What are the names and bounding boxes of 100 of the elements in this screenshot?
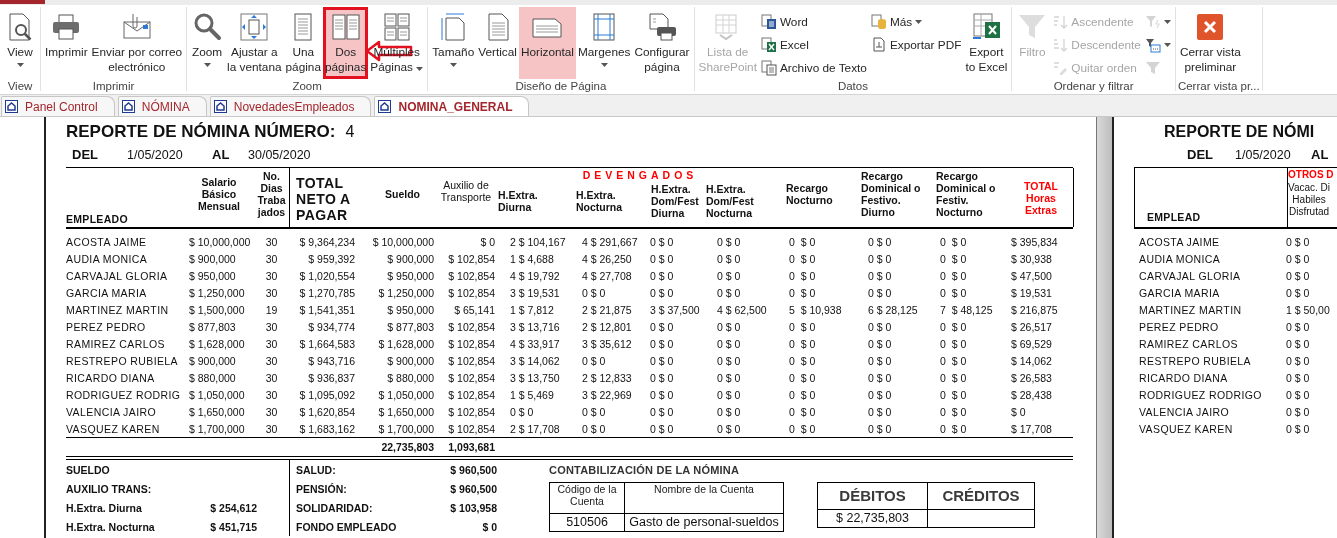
table-cell-text: 0 $ 0 xyxy=(716,371,742,384)
document-tab[interactable]: NOMINA_GENERAL xyxy=(374,96,530,116)
table-cell-text: 0 $ 0 xyxy=(867,371,893,384)
table-cell-text: $ 1,500,000 xyxy=(188,303,246,316)
column-header: Código de la Cuenta xyxy=(550,483,625,514)
group-label: Cerrar vista pr... xyxy=(1177,79,1260,94)
document-tab[interactable]: Panel Control xyxy=(1,96,115,116)
funnel-lightning-icon xyxy=(1144,13,1161,30)
ribbon-button[interactable]: Archivo de Texto xyxy=(758,56,869,79)
table-cell-text: RICARDO DIANA xyxy=(1138,371,1229,384)
table-cell-text: $ 69,529 xyxy=(1010,337,1053,350)
ribbon-button[interactable]: Horizontal xyxy=(518,7,576,79)
table-cell-text: $ 1,700,000 xyxy=(188,422,246,435)
table-cell-text: 0 $ 0 xyxy=(649,320,675,333)
group-label: Ordenar y filtrar xyxy=(1052,79,1135,94)
ribbon-button[interactable]: Zoom xyxy=(189,7,226,79)
table-cell-text: RODRIGUEZ RODRIGO xyxy=(1138,388,1263,401)
column-header: H.Extra. Nocturna xyxy=(575,188,624,215)
column-header: Auxilio de Transporte xyxy=(439,177,493,205)
table-cell-text: $ 1,683,162 xyxy=(298,422,356,435)
excel-sheet-icon xyxy=(760,36,777,53)
clear-sort-icon xyxy=(1052,59,1069,76)
table-cell-text: 0 $ 0 xyxy=(1286,354,1311,367)
table-cell-text: 0 $ 0 xyxy=(939,422,968,435)
table-cell-text: $ 950,000 xyxy=(386,269,435,282)
column-header: DÉBITOS xyxy=(818,483,928,510)
ribbon-button[interactable]: Imprimir xyxy=(43,7,90,79)
table-cell-text: 0 $ 0 xyxy=(716,388,742,401)
table-cell-text: AUDIA MONICA xyxy=(1138,252,1222,265)
table-cell-text: $ 102,854 xyxy=(447,269,496,282)
table-cell-text: 0 $ 0 xyxy=(1286,422,1311,435)
ribbon-button[interactable]: Export to Excel xyxy=(963,7,1010,79)
table-cell-text: $ 102,854 xyxy=(447,252,496,265)
ribbon-button[interactable]: Más xyxy=(868,10,964,33)
ribbon-button[interactable]: Configurar página xyxy=(632,7,692,79)
group-label: Imprimir xyxy=(91,79,136,94)
table-cell-text: 0 $ 0 xyxy=(788,337,817,350)
table-cell-text: 0 $ 0 xyxy=(716,235,742,248)
ribbon-button[interactable]: View xyxy=(2,7,38,79)
date-label: DEL xyxy=(72,146,99,164)
table-cell-text: 0 $ 0 xyxy=(939,235,968,248)
ribbon-button[interactable]: Margenes xyxy=(576,7,633,79)
table-cell-text: 3 $ 37,500 xyxy=(649,303,701,316)
table-cell-text: GARCIA MARIA xyxy=(1138,286,1221,299)
summary-value: $ 254,612 xyxy=(210,501,257,514)
table-cell-text: $ 900,000 xyxy=(188,252,237,265)
table-cell-text: $ 1,250,000 xyxy=(188,286,246,299)
table-cell-text: $ 65,141 xyxy=(453,303,496,316)
table-cell-text: 0 $ 0 xyxy=(716,422,742,435)
column-header: Sueldo xyxy=(384,186,421,202)
ribbon-button[interactable]: Enviar por correo electrónico xyxy=(89,7,185,79)
column-header: Recargo Dominical o Festivo. Diurno xyxy=(860,168,922,220)
table-cell-text: $ 102,854 xyxy=(447,388,496,401)
ribbon-button[interactable]: Tamaño xyxy=(430,7,477,79)
section-title: CONTABILIZACIÓN DE LA NÓMINA xyxy=(549,464,741,478)
table-cell-text: 1 $ 7,812 xyxy=(509,303,555,316)
table-cell-text: 0 $ 0 xyxy=(649,286,675,299)
table-cell-text: 0 $ 0 xyxy=(788,405,817,418)
table-cell-text: $ 1,628,000 xyxy=(188,337,246,350)
summary-label: AUXILIO TRANS: xyxy=(66,482,153,495)
summary-label: H.Extra. Diurna xyxy=(66,501,143,514)
date-value: 1/05/2020 xyxy=(1235,147,1292,164)
column-header: EMPLEAD xyxy=(1146,211,1202,225)
document-tab[interactable]: NovedadesEmpleados xyxy=(209,96,372,116)
table-cell-text: 0 $ 0 xyxy=(788,371,817,384)
table-cell-text: 0 $ 0 xyxy=(716,252,742,265)
table-cell-text: 0 $ 0 xyxy=(939,337,968,350)
table-cell-text: 30 xyxy=(264,252,279,265)
table-cell-text: 30 xyxy=(264,269,279,282)
table-cell-text: $ 102,854 xyxy=(447,405,496,418)
table-cell-text: 0 $ 0 xyxy=(649,405,675,418)
table-cell-text: $ 1,050,000 xyxy=(377,388,435,401)
document-tab[interactable]: NÓMINA xyxy=(117,96,207,116)
ribbon-button[interactable]: Excel xyxy=(758,33,869,56)
table-cell-text: 30 xyxy=(264,405,279,418)
table-cell-text: 19 xyxy=(264,303,279,316)
ribbon-button[interactable]: Word xyxy=(758,10,869,33)
table-cell-text: 0 $ 0 xyxy=(649,252,675,265)
table-cell-text: VASQUEZ KAREN xyxy=(66,422,161,435)
fit-page-icon xyxy=(238,11,271,43)
ribbon-button[interactable]: Ajustar a la ventana xyxy=(225,7,284,79)
table-cell-text: 0 $ 0 xyxy=(649,354,675,367)
table-cell-text: 0 $ 0 xyxy=(716,405,742,418)
date-label: AL xyxy=(212,146,231,164)
table-cell-text: $ 1,095,092 xyxy=(298,388,356,401)
summary-value: $ 451,715 xyxy=(210,520,257,533)
sort-ascending-icon xyxy=(1052,13,1069,30)
column-header: Salario Básico Mensual xyxy=(197,174,241,214)
table-cell-text: 0 $ 0 xyxy=(867,422,893,435)
ribbon-button[interactable]: Vertical xyxy=(476,7,519,79)
ribbon-button[interactable]: Exportar PDF xyxy=(868,33,964,56)
table-cell-text: 0 $ 0 xyxy=(788,269,817,282)
ribbon-button[interactable]: Cerrar vista preliminar xyxy=(1177,7,1243,79)
ribbon-button[interactable]: Una página xyxy=(283,7,323,79)
table-cell-text: 0 $ 0 xyxy=(867,320,893,333)
table-cell-text: ACOSTA JAIME xyxy=(1138,235,1221,248)
table-cell-text: 30 xyxy=(264,371,279,384)
summary-label: PENSIÓN: xyxy=(296,482,348,495)
table-cell-text: $ 1,250,000 xyxy=(377,286,435,299)
table-cell-text: 30 xyxy=(264,354,279,367)
